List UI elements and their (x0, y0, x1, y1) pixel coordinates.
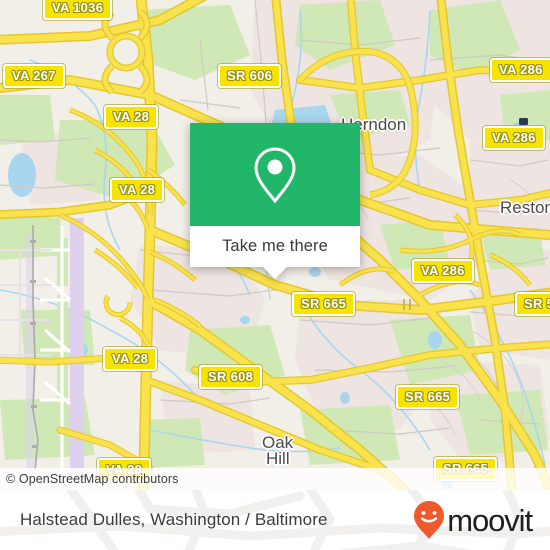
osm-attribution-text: © OpenStreetMap contributors (6, 472, 179, 486)
road-shield-va-28-b[interactable]: VA 28 (110, 178, 165, 202)
place-label-reston: Reston (500, 198, 550, 217)
road-shield-va-286-a[interactable]: VA 286 (490, 58, 550, 82)
osm-attribution[interactable]: © OpenStreetMap contributors (0, 468, 550, 490)
road-shield-va-286-b[interactable]: VA 286 (483, 126, 545, 150)
road-shield-va-267[interactable]: VA 267 (3, 64, 65, 88)
road-shield-sr-665-a[interactable]: SR 665 (292, 292, 356, 316)
popup-tail (263, 267, 287, 279)
location-popup-card[interactable]: Take me there (190, 123, 360, 279)
road-shield-va-28-c[interactable]: VA 28 (103, 347, 158, 371)
moovit-wordmark: moovit (447, 502, 533, 538)
map-pin-icon (254, 146, 296, 203)
location-title: Halstead Dulles, Washington / Baltimore (20, 510, 328, 529)
moovit-map-screenshot: VA 1036 VA 267 VA 28 SR 606 VA 286 VA 28… (0, 0, 550, 550)
poi-icon (519, 118, 528, 125)
take-me-there-label: Take me there (222, 237, 328, 255)
road-shield-va-286-c[interactable]: VA 286 (412, 259, 474, 283)
road-shield-va-1036[interactable]: VA 1036 (43, 0, 113, 20)
road-shield-sr-665-b[interactable]: SR 665 (396, 385, 460, 409)
footer-bar: Halstead Dulles, Washington / Baltimore … (0, 490, 550, 550)
map-canvas[interactable]: VA 1036 VA 267 VA 28 SR 606 VA 286 VA 28… (0, 0, 550, 490)
road-shield-sr-608[interactable]: SR 608 (199, 365, 263, 389)
road-shield-va-28-a[interactable]: VA 28 (104, 105, 159, 129)
road-shield-sr-606[interactable]: SR 606 (218, 64, 282, 88)
road-shield-sr-534[interactable]: SR 53 (515, 292, 550, 316)
popup-pin-panel (190, 123, 360, 226)
popup-action-bar[interactable]: Take me there (190, 226, 360, 279)
moovit-pin-smile-icon (414, 501, 445, 539)
place-label-hill: Hill (266, 449, 290, 468)
moovit-logo[interactable]: moovit (412, 500, 533, 540)
